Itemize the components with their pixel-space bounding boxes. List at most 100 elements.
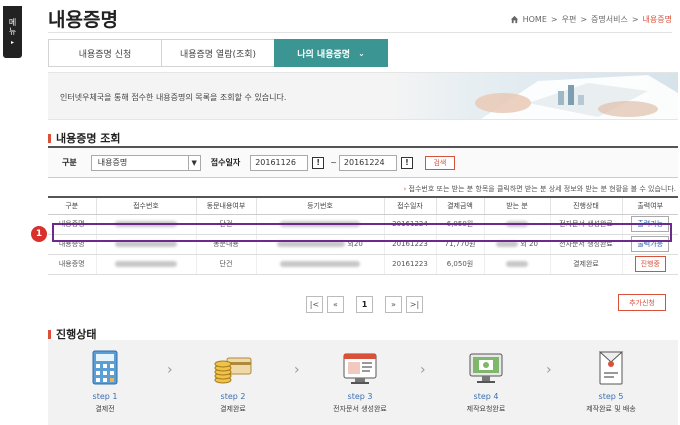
- first-page-button[interactable]: |<: [306, 296, 323, 313]
- prev-page-button[interactable]: «: [327, 296, 344, 313]
- home-icon: [510, 15, 518, 24]
- col-header-type: 구분: [48, 196, 96, 215]
- col-header-reg-no: 등기번호: [255, 196, 384, 215]
- chevron-right-icon: ›: [294, 362, 300, 378]
- col-header-output: 출력여부: [621, 196, 678, 215]
- step-description: 제작완료 및 배송: [586, 405, 636, 413]
- section-marker: [48, 133, 51, 143]
- step-description: 제작요청완료: [466, 405, 506, 413]
- cell-date: 20161223: [383, 254, 436, 275]
- breadcrumb-separator: >: [631, 15, 639, 24]
- redacted-reg-no: [280, 261, 360, 267]
- coins-card-icon: [214, 357, 252, 384]
- monitor-icon: [469, 353, 503, 383]
- chevron-right-icon: ›: [167, 362, 173, 378]
- step-description: 결제전: [95, 405, 115, 413]
- chevron-right-icon: ›: [420, 362, 426, 378]
- search-section-title: 내용증명 조회: [48, 130, 121, 146]
- last-page-button[interactable]: >|: [406, 296, 423, 313]
- progress-steps: step 1 결제전 › step 2 결제완료 › step 3 전자문서 생…: [48, 340, 678, 425]
- type-select-value: 내용증명: [97, 158, 128, 167]
- type-label: 구분: [62, 158, 77, 167]
- side-menu-tab[interactable]: 메 뉴 ▸: [3, 6, 22, 58]
- step-description: 결제완료: [220, 405, 246, 413]
- step-item: step 3 전자문서 생성완료: [315, 350, 405, 414]
- redacted-receipt-no: [115, 261, 177, 267]
- step-number: step 3: [347, 392, 373, 401]
- title-divider: [48, 32, 672, 33]
- add-request-button[interactable]: 추가신청: [618, 294, 666, 311]
- breadcrumb-post[interactable]: 우편: [562, 14, 577, 25]
- col-header-receipt-no: 접수번호: [95, 196, 196, 215]
- hint-text: 접수번호 또는 받는 분 항목을 클릭하면 받는 분 상세 정보와 받는 분 현…: [408, 185, 676, 193]
- table-row: 내용증명 단건 20161223 6,050원 결제완료 진행중: [48, 254, 678, 275]
- chevron-right-icon: ›: [546, 362, 552, 378]
- side-menu-char-1: 메: [8, 17, 17, 27]
- step-item: step 5 제작완료 및 배송: [566, 350, 656, 414]
- cell-reg-no: [255, 254, 384, 275]
- envelope-icon: [598, 351, 624, 385]
- breadcrumb-cert-service[interactable]: 증명서비스: [591, 14, 628, 25]
- info-banner: 인터넷우체국을 통해 접수한 내용증명의 목록을 조회할 수 있습니다.: [48, 72, 678, 120]
- page-title: 내용증명: [48, 9, 118, 31]
- side-menu-char-2: 뉴: [8, 26, 17, 36]
- cell-amount: 6,050원: [435, 254, 484, 275]
- breadcrumb-separator: >: [580, 15, 588, 24]
- chevron-down-icon: ▼: [187, 155, 200, 170]
- step-item: step 1 결제전: [60, 350, 150, 414]
- cell-type: 내용증명: [48, 254, 96, 275]
- step-number: step 5: [598, 392, 624, 401]
- tab-apply[interactable]: 내용증명 신청: [48, 39, 161, 67]
- table-header-row: 구분 접수번호 동문내용여부 등기번호 접수일자 결제금액 받는 분 진행상태 …: [48, 196, 678, 215]
- col-header-recipient: 받는 분: [483, 196, 550, 215]
- cell-output: 진행중: [621, 254, 678, 275]
- col-header-status: 진행상태: [549, 196, 622, 215]
- step-item: step 4 제작요청완료: [441, 350, 531, 414]
- col-header-date: 접수일자: [383, 196, 436, 215]
- table-hint: › 접수번호 또는 받는 분 항목을 클릭하면 받는 분 상세 정보와 받는 분…: [404, 184, 677, 194]
- section-marker: [48, 329, 51, 339]
- annotation-badge: 1: [31, 226, 47, 242]
- calendar-icon[interactable]: !: [400, 156, 413, 169]
- date-to-input[interactable]: 20161224: [338, 154, 397, 171]
- cell-recipient[interactable]: [483, 254, 550, 275]
- hint-arrow-icon: ›: [403, 185, 407, 193]
- row-highlight-box: [52, 223, 672, 242]
- step-item: step 2 결제완료: [188, 350, 278, 414]
- cell-receipt-no[interactable]: [95, 254, 196, 275]
- banner-illustration: [388, 73, 678, 119]
- side-menu-arrow-icon: ▸: [10, 38, 14, 46]
- in-progress-button[interactable]: 진행중: [634, 256, 666, 272]
- col-header-multi: 동문내용여부: [195, 196, 256, 215]
- type-select[interactable]: 내용증명 ▼: [90, 154, 201, 171]
- document-screen-icon: [343, 353, 377, 384]
- pagination: |< « 1 » >|: [306, 296, 423, 313]
- chevron-down-icon: ⌄: [358, 48, 365, 58]
- breadcrumb-home[interactable]: HOME: [523, 15, 547, 24]
- redacted-recipient: [506, 261, 528, 267]
- banner-text: 인터넷우체국을 통해 접수한 내용증명의 목록을 조회할 수 있습니다.: [60, 93, 287, 102]
- date-range-separator: ~: [330, 158, 337, 167]
- calendar-icon[interactable]: !: [312, 156, 325, 169]
- tab-bar: 내용증명 신청 내용증명 열람(조회) 나의 내용증명 ⌄: [48, 39, 388, 67]
- tab-view[interactable]: 내용증명 열람(조회): [161, 39, 274, 67]
- col-header-amount: 결제금액: [435, 196, 484, 215]
- step-number: step 1: [92, 392, 118, 401]
- tab-my-certificates-label: 나의 내용증명: [297, 49, 351, 60]
- page-number-button[interactable]: 1: [356, 296, 373, 313]
- search-form: 구분 내용증명 ▼ 접수일자 20161126 ! ~ 20161224 ! 검…: [48, 146, 678, 178]
- breadcrumb-current: 내용증명: [642, 15, 672, 24]
- breadcrumb-separator: >: [550, 15, 558, 24]
- date-from-input[interactable]: 20161126: [250, 154, 309, 171]
- tab-my-certificates[interactable]: 나의 내용증명 ⌄: [274, 39, 388, 67]
- step-description: 전자문서 생성완료: [333, 405, 387, 413]
- cell-status: 결제완료: [549, 254, 622, 275]
- search-section-title-text: 내용증명 조회: [56, 132, 121, 145]
- next-page-button[interactable]: »: [385, 296, 402, 313]
- breadcrumb: HOME > 우편 > 증명서비스 > 내용증명: [510, 14, 672, 25]
- step-number: step 4: [473, 392, 499, 401]
- date-label: 접수일자: [210, 158, 241, 167]
- step-number: step 2: [220, 392, 246, 401]
- search-button[interactable]: 검색: [424, 155, 455, 170]
- cell-multi: 단건: [195, 254, 256, 275]
